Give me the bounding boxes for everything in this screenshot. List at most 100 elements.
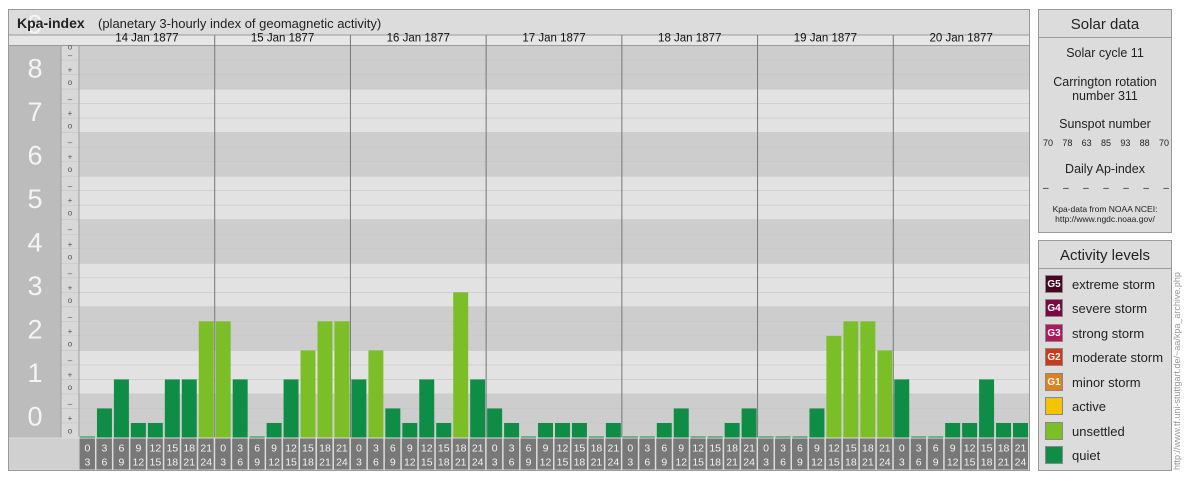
minor-tick-label: + [68, 414, 73, 423]
minor-tick-label: – [68, 356, 73, 365]
kp-bar [80, 436, 95, 438]
hour-label-start: 21 [608, 443, 620, 455]
hour-label-end: 21 [862, 457, 874, 469]
kp-bar [317, 321, 333, 438]
minor-tick-label: o [68, 383, 73, 392]
kp-bar [470, 379, 486, 438]
hour-label-end: 21 [998, 457, 1010, 469]
kp-bar [622, 436, 638, 438]
hour-label-start: 18 [862, 443, 874, 455]
minor-tick-label: + [68, 109, 73, 118]
sunspot-value: 70 [1043, 138, 1054, 148]
level-g4: G4 severe storm [1045, 297, 1147, 319]
y-tick-label: 0 [27, 402, 42, 432]
hour-label-start: 3 [237, 443, 243, 455]
y-tick-label: 2 [27, 315, 42, 345]
sunspot-value: 88 [1139, 138, 1150, 148]
hour-label-start: 18 [726, 443, 738, 455]
hour-label-end: 3 [899, 457, 905, 469]
hour-label-end: 12 [540, 457, 552, 469]
kp-bar [945, 422, 961, 438]
hour-label-end: 3 [220, 457, 226, 469]
level-label: quiet [1072, 447, 1101, 463]
level-swatch [1045, 422, 1063, 440]
minor-tick-label: o [68, 339, 73, 348]
hour-label-start: 21 [472, 443, 484, 455]
level-g5: G5 extreme storm [1045, 273, 1155, 295]
minor-tick-label: + [68, 283, 73, 292]
hour-label-start: 12 [964, 443, 976, 455]
kp-bar [334, 321, 350, 438]
hour-label-start: 9 [135, 443, 141, 455]
hour-label-end: 21 [455, 457, 467, 469]
hour-label-start: 3 [509, 443, 515, 455]
kpa-chart: 0123456789o+–o+–o+–o+–o+–o+–o+–o+–o+–o14… [9, 10, 1029, 470]
kp-bar [911, 436, 927, 438]
hour-label-end: 18 [574, 457, 586, 469]
hour-label-start: 6 [118, 443, 124, 455]
date-label: 19 Jan 1877 [794, 33, 857, 45]
hour-label-start: 0 [356, 443, 362, 455]
hour-label-end: 9 [933, 457, 939, 469]
hour-label-end: 15 [285, 457, 297, 469]
kp-bar [707, 436, 723, 438]
kp-bar [894, 379, 910, 438]
hour-label-end: 24 [472, 457, 484, 469]
hour-label-start: 0 [220, 443, 226, 455]
hour-label-start: 18 [591, 443, 603, 455]
hour-label-end: 6 [509, 457, 515, 469]
kp-bar [724, 422, 740, 438]
level-label: moderate storm [1072, 349, 1164, 365]
kp-bar [571, 422, 587, 438]
kp-bar [436, 422, 452, 438]
hour-label-start: 6 [254, 443, 260, 455]
minor-tick-label: – [68, 399, 73, 408]
hour-label-end: 12 [268, 457, 280, 469]
ap-value: – [1163, 183, 1169, 194]
source-watermark[interactable]: http://www.tf.uni-stuttgart.de/~aa/kpa_a… [1172, 272, 1182, 470]
kp-bar [656, 422, 672, 438]
level-label: extreme storm [1072, 276, 1156, 292]
minor-tick-label: o [68, 165, 73, 174]
hour-label-end: 21 [319, 457, 331, 469]
hour-label-start: 21 [336, 443, 348, 455]
data-credit-url[interactable]: http://www.ngdc.noaa.gov/ [1039, 214, 1171, 224]
hour-label-start: 21 [1015, 443, 1027, 455]
hour-label-end: 3 [627, 457, 633, 469]
level-swatch: G1 [1045, 373, 1063, 391]
level-g1: G1 minor storm [1045, 371, 1141, 393]
hour-label-start: 0 [627, 443, 633, 455]
date-label: 18 Jan 1877 [658, 33, 721, 45]
minor-tick-label: o [68, 209, 73, 218]
sunspot-value: 85 [1100, 138, 1111, 148]
level-label: severe storm [1072, 300, 1148, 316]
level-band [9, 263, 1029, 307]
level-swatch [1045, 446, 1063, 464]
hour-label-end: 9 [661, 457, 667, 469]
level-band [9, 176, 1029, 220]
kp-bar [504, 422, 520, 438]
kp-bar [775, 436, 791, 438]
hour-label-start: 6 [661, 443, 667, 455]
kp-bar [385, 408, 401, 438]
minor-tick-label: – [68, 138, 73, 147]
hour-label-end: 9 [390, 457, 396, 469]
hour-label-end: 18 [302, 457, 314, 469]
hour-label-start: 15 [438, 443, 450, 455]
kp-bar [198, 321, 214, 438]
sunspot-value: 93 [1120, 138, 1131, 148]
hour-label-end: 15 [149, 457, 161, 469]
kp-bar [402, 422, 418, 438]
kp-bar [928, 436, 944, 438]
minor-tick-label: + [68, 66, 73, 75]
y-tick-label: 6 [27, 140, 42, 170]
hour-label-start: 3 [916, 443, 922, 455]
kp-bar [673, 408, 689, 438]
kp-bar [741, 408, 757, 438]
sunspot-values: 70 78 63 85 93 88 70 [1043, 138, 1169, 148]
hour-label-start: 0 [763, 443, 769, 455]
hour-label-end: 21 [183, 457, 195, 469]
kp-bar [979, 379, 995, 438]
hour-label-start: 3 [373, 443, 379, 455]
level-active: active [1045, 395, 1106, 417]
